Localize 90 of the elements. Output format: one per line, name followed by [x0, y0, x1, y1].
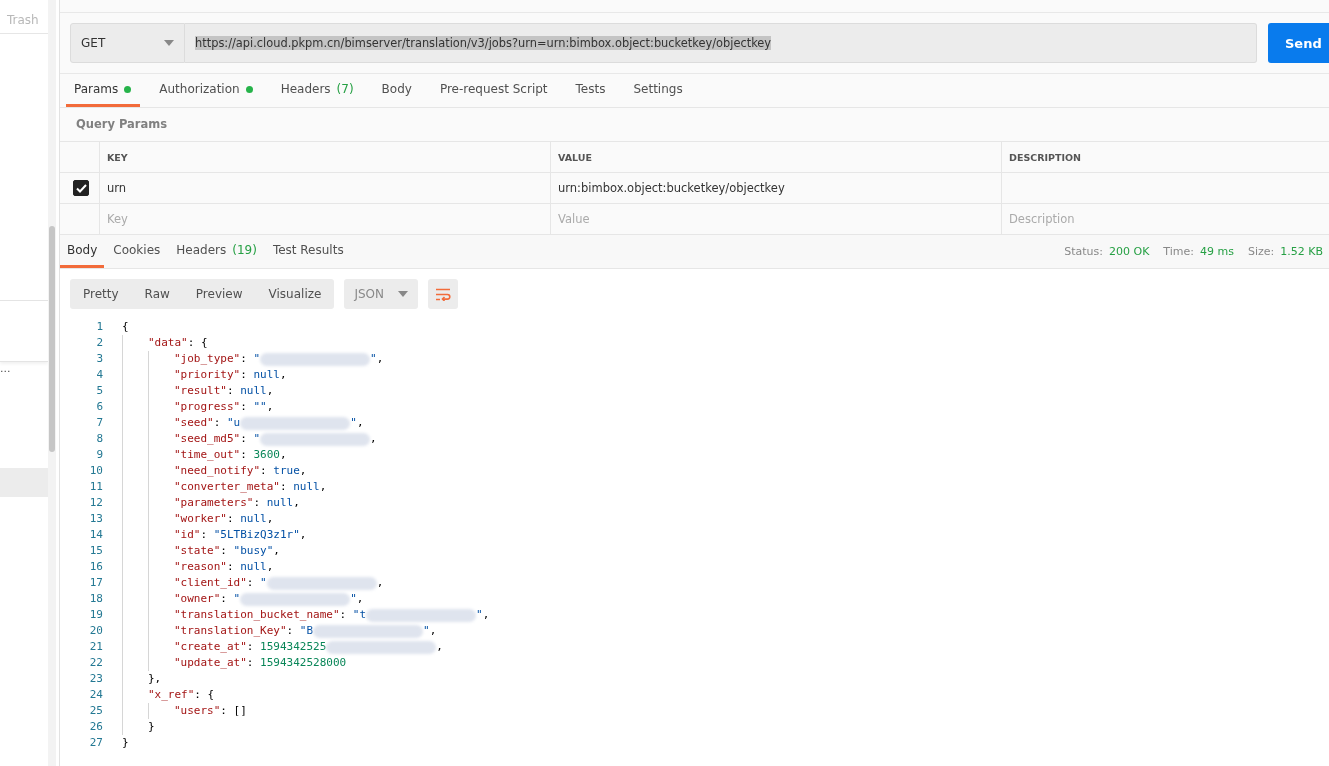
line-number: 13	[88, 511, 103, 527]
code-line: "priority": null,	[174, 367, 287, 383]
table-cell[interactable]: urn	[100, 173, 551, 204]
code-line: "translation_bucket_name": "t ",	[174, 607, 490, 623]
code-line: {	[122, 319, 129, 335]
line-number: 26	[88, 719, 103, 735]
stat-label: Status:	[1064, 245, 1103, 258]
view-mode-button[interactable]: Pretty	[70, 279, 132, 309]
line-number: 24	[88, 687, 103, 703]
request-tab[interactable]: Headers (7)	[272, 74, 363, 107]
wrap-lines-icon	[435, 287, 452, 301]
line-number: 16	[88, 559, 103, 575]
line-number: 9	[95, 447, 103, 463]
code-line: "result": null,	[174, 383, 274, 399]
wrap-button[interactable]	[428, 279, 459, 309]
code-line: "need_notify": true,	[174, 463, 307, 479]
line-number: 19	[88, 607, 103, 623]
line-number: 23	[88, 671, 103, 687]
stat-value: 1.52 KB	[1280, 245, 1323, 258]
line-number: 17	[88, 575, 103, 591]
send-button[interactable]: Send	[1268, 23, 1329, 63]
code-line: "translation_Key": "B ",	[174, 623, 437, 639]
column-header: KEY	[100, 142, 551, 173]
code-line: "update_at": 1594342528000	[174, 655, 347, 671]
code-line: }	[122, 735, 129, 751]
code-line: "client_id": " ,	[174, 575, 384, 591]
code-line: "x_ref": {	[148, 687, 215, 703]
scrollbar-thumb[interactable]	[49, 226, 55, 452]
method-dropdown[interactable]: GET	[70, 23, 185, 63]
view-mode-button[interactable]: Raw	[131, 279, 183, 309]
line-number: 27	[88, 735, 103, 751]
table-cell[interactable]: urn:bimbox.object:bucketkey/objectkey	[551, 173, 1002, 204]
request-tab[interactable]: Tests	[567, 74, 615, 107]
request-tab[interactable]: Settings	[625, 74, 692, 107]
code-line: "job_type": " ",	[174, 351, 384, 367]
request-tab[interactable]: Pre-request Script	[431, 74, 557, 107]
code-line: "seed": "u ",	[174, 415, 364, 431]
line-number: 25	[88, 703, 103, 719]
column-header: VALUE	[551, 142, 1002, 173]
code-line: },	[148, 671, 162, 687]
line-number: 12	[88, 495, 103, 511]
code-line: "reason": null,	[174, 559, 274, 575]
stat-value: 49 ms	[1200, 245, 1234, 258]
stat-value: 200 OK	[1109, 245, 1150, 258]
caret-icon	[398, 291, 409, 297]
view-mode-button[interactable]: Visualize	[255, 279, 335, 309]
line-number: 14	[88, 527, 103, 543]
code-line: "users": []	[174, 703, 247, 719]
code-line: "id": "5LTBizQ3z1r",	[174, 527, 307, 543]
code-line: "create_at": 1594342525 ,	[174, 639, 443, 655]
request-tab[interactable]: Params	[66, 74, 141, 107]
line-number: 7	[95, 415, 103, 431]
line-number: 6	[95, 399, 103, 415]
response-tab[interactable]: Test Results	[265, 235, 351, 268]
line-number: 15	[88, 543, 103, 559]
line-number: 11	[88, 479, 103, 495]
code-line: "progress": "",	[174, 399, 274, 415]
line-number: 8	[95, 431, 103, 447]
column-header: DESCRIPTION	[1002, 142, 1329, 173]
request-tab[interactable]: Authorization	[151, 74, 262, 107]
stat-label: Size:	[1247, 245, 1275, 258]
line-number: 10	[88, 463, 103, 479]
line-number: 5	[95, 383, 103, 399]
code-line: "converter_meta": null,	[174, 479, 327, 495]
line-number: 4	[95, 367, 103, 383]
line-number: 1	[95, 319, 103, 335]
response-tab[interactable]: Headers (19)	[169, 235, 264, 268]
stat-label: Time:	[1163, 245, 1194, 258]
line-number: 22	[88, 655, 103, 671]
code-line: "owner": " ",	[174, 591, 364, 607]
checkbox[interactable]	[73, 180, 89, 196]
line-number: 20	[88, 623, 103, 639]
code-line: "time_out": 3600,	[174, 447, 287, 463]
code-line: "seed_md5": " ,	[174, 431, 377, 447]
code-line: "parameters": null,	[174, 495, 300, 511]
line-number: 18	[88, 591, 103, 607]
response-tab[interactable]: Cookies	[106, 235, 168, 268]
request-tab[interactable]: Body	[373, 74, 421, 107]
url-field[interactable]: https://api.cloud.pkpm.cn/bimserver/translation/v3/jobs?urn=urn:bimbox.object:bucketkey/objectkey	[185, 23, 1257, 63]
line-number: 3	[95, 351, 103, 367]
line-number: 21	[88, 639, 103, 655]
response-tab[interactable]: Body	[60, 235, 105, 268]
sidebar-item[interactable]: ...	[0, 362, 48, 384]
view-mode-button[interactable]: Preview	[182, 279, 256, 309]
line-number: 2	[95, 335, 103, 351]
code-line: "state": "busy",	[174, 543, 280, 559]
code-line: "worker": null,	[174, 511, 274, 527]
code-line: }	[148, 719, 155, 735]
code-line: "data": {	[148, 335, 208, 351]
caret-icon	[164, 40, 174, 46]
